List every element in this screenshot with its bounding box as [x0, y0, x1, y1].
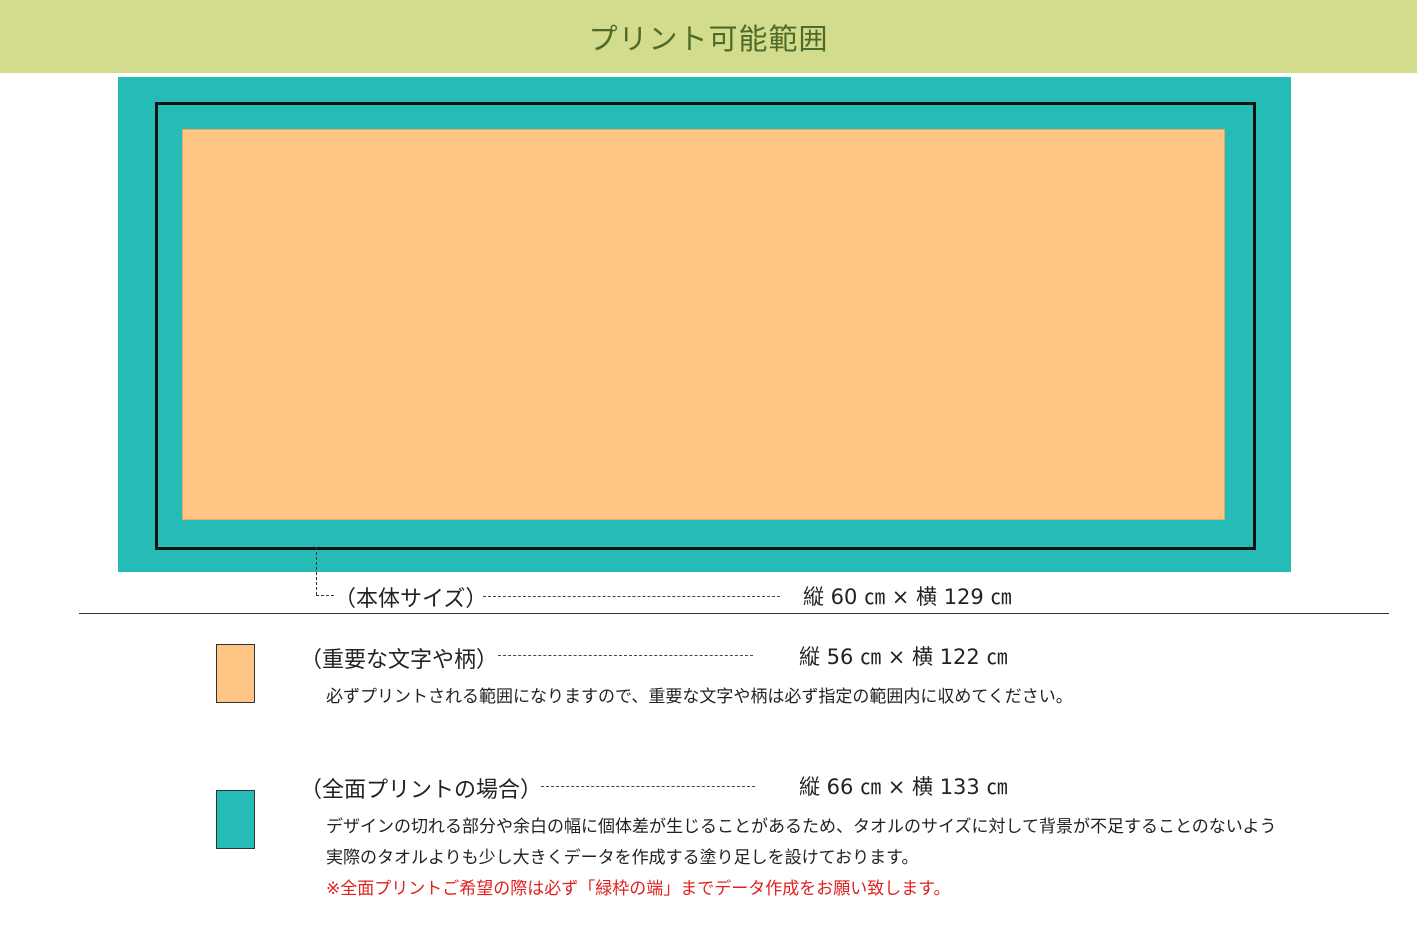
important-area-dash: [498, 655, 753, 656]
important-area-label: （重要な文字や柄）: [300, 648, 499, 673]
body-size-leader-vertical: [316, 547, 317, 595]
body-size-dimension: 縦 60 ㎝ × 横 129 ㎝: [803, 585, 1012, 609]
important-content-area: [182, 129, 1225, 520]
body-size-dash: [483, 596, 780, 597]
important-area-dimension: 縦 56 ㎝ × 横 122 ㎝: [799, 645, 1008, 669]
full-print-label: （全面プリントの場合）: [300, 778, 543, 803]
page-title: プリント可能範囲: [588, 22, 829, 56]
full-print-dash: [541, 786, 755, 787]
full-print-warning: ※全面プリントご希望の際は必ず「緑枠の端」までデータ作成をお願い致します。: [326, 879, 951, 899]
full-print-description-line-2: 実際のタオルよりも少し大きくデータを作成する塗り足しを設けております。: [326, 848, 919, 868]
header-bar: プリント可能範囲: [0, 0, 1417, 73]
full-print-dimension: 縦 66 ㎝ × 横 133 ㎝: [799, 775, 1008, 799]
important-area-description: 必ずプリントされる範囲になりますので、重要な文字や柄は必ず指定の範囲内に収めてく…: [326, 687, 1073, 707]
full-print-swatch: [216, 790, 255, 849]
body-size-label: （本体サイズ）: [334, 587, 488, 612]
section-divider: [79, 613, 1389, 614]
body-size-leader-horizontal: [316, 595, 334, 596]
important-area-swatch: [216, 644, 255, 703]
full-print-description-line-1: デザインの切れる部分や余白の幅に個体差が生じることがあるため、タオルのサイズに対…: [326, 817, 1277, 837]
